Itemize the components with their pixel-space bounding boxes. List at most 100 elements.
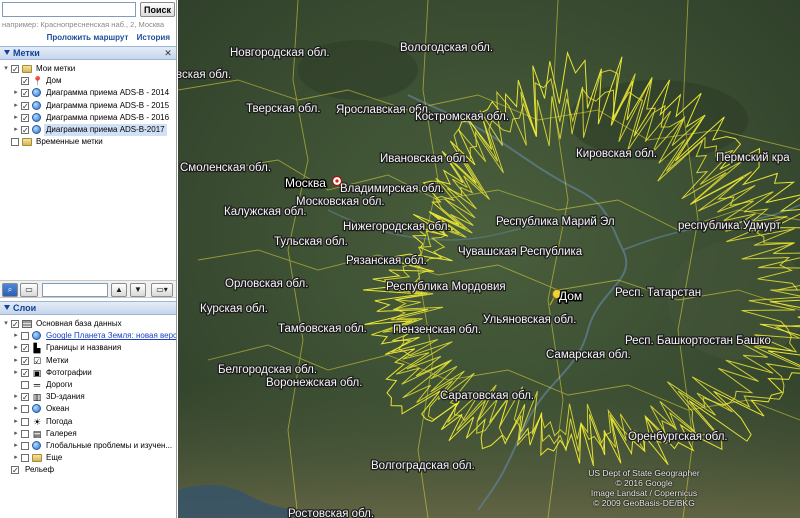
tree-item[interactable]: ▸ Океан <box>0 403 176 415</box>
tree-item-label: Границы и названия <box>46 343 122 353</box>
gallery-icon: ▤ <box>32 428 42 439</box>
visibility-checkbox[interactable]: ✓ <box>21 356 29 365</box>
layers-panel-header[interactable]: Слои <box>0 301 176 315</box>
expand-arrow-icon[interactable]: ▸ <box>12 452 20 464</box>
panel-close-icon[interactable]: ✕ <box>163 48 173 58</box>
region-label: Кировская обл. <box>576 148 657 160</box>
expand-arrow-icon[interactable]: ▸ <box>12 428 20 440</box>
history-link[interactable]: История <box>137 33 170 42</box>
tree-item[interactable]: ▸ Глобальные проблемы и изучен... <box>0 440 176 452</box>
tree-item-label: Еще <box>46 453 63 463</box>
folder-menu-icon[interactable]: ▭▾ <box>151 283 173 297</box>
visibility-checkbox[interactable] <box>21 429 29 438</box>
places-tree: ▾ ✓ Мои метки ✓ 📍 Дом ▸ ✓ Диаграмма приема ADS-B… <box>0 63 176 148</box>
visibility-checkbox[interactable]: ✓ <box>21 344 29 353</box>
visibility-checkbox[interactable] <box>21 332 29 341</box>
tree-item[interactable]: ▾ ✓ Мои метки <box>0 63 176 75</box>
tree-item[interactable]: ═ Дороги <box>0 379 176 391</box>
tree-item[interactable]: ▸ Еще <box>0 452 176 464</box>
tree-item-label: Фотографии <box>46 367 92 377</box>
visibility-checkbox[interactable]: ✓ <box>11 320 19 329</box>
visibility-checkbox[interactable]: ✓ <box>11 466 19 475</box>
visibility-checkbox[interactable]: ✓ <box>21 125 29 134</box>
visibility-checkbox[interactable] <box>21 417 29 426</box>
expand-arrow-icon[interactable]: ▸ <box>12 391 20 403</box>
borders-icon: ▙ <box>33 343 41 354</box>
search-hint: например: Краснопресненская наб., 2, Мос… <box>2 20 165 29</box>
visibility-checkbox[interactable]: ✓ <box>21 101 29 110</box>
visibility-checkbox[interactable] <box>21 441 29 450</box>
search-input[interactable] <box>2 2 136 17</box>
expand-arrow-icon[interactable]: ▸ <box>12 124 20 136</box>
tree-item[interactable]: ▸ ✓ ▥ 3D-здания <box>0 391 176 403</box>
visibility-checkbox[interactable] <box>21 405 29 414</box>
panel-toggle-icon[interactable]: ▭ <box>20 283 38 297</box>
search-places-icon[interactable]: ⌕ <box>2 283 18 297</box>
tree-item-label: Галерея <box>46 428 77 438</box>
expand-arrow-icon[interactable]: ▸ <box>12 112 20 124</box>
expand-arrow-icon[interactable]: ▸ <box>12 416 20 428</box>
road-icon: ═ <box>33 379 41 390</box>
tree-item[interactable]: Временные метки <box>0 136 176 148</box>
expand-arrow-icon[interactable]: ▸ <box>12 367 20 379</box>
tree-item[interactable]: ▸ ✓ ▙ Границы и названия <box>0 342 176 354</box>
visibility-checkbox[interactable]: ✓ <box>21 368 29 377</box>
expand-arrow-icon[interactable]: ▾ <box>2 318 10 330</box>
tree-item[interactable]: ▸ ✓ Диаграмма приема ADS-B - 2015 <box>0 100 176 112</box>
visibility-checkbox[interactable]: ✓ <box>21 113 29 122</box>
tree-item[interactable]: ✓ Рельеф <box>0 464 176 476</box>
tree-item[interactable]: ▸ ☀ Погода <box>0 416 176 428</box>
tree-item[interactable]: ▸ ✓ ☑ Метки <box>0 355 176 367</box>
expand-arrow-icon[interactable]: ▸ <box>12 330 20 342</box>
tree-item[interactable]: ▸ ✓ Диаграмма приема ADS-B - 2016 <box>0 112 176 124</box>
visibility-checkbox[interactable] <box>11 138 19 147</box>
credit-line: US Dept of State Geographer <box>588 468 700 478</box>
search-button[interactable]: Поиск <box>140 2 175 17</box>
expand-arrow-icon[interactable]: ▸ <box>12 355 20 367</box>
globe-icon <box>32 100 41 110</box>
tree-item-label: Погода <box>46 416 73 426</box>
layers-icon <box>22 320 32 328</box>
visibility-checkbox[interactable]: ✓ <box>21 77 29 86</box>
region-label: Нижегородская обл. <box>343 221 451 233</box>
moscow-label: Москва <box>285 176 326 190</box>
expand-arrow-icon[interactable]: ▸ <box>12 100 20 112</box>
places-panel-header[interactable]: Метки ✕ <box>0 46 176 60</box>
visibility-checkbox[interactable]: ✓ <box>21 89 29 98</box>
home-label: Дом <box>559 289 582 303</box>
satellite-map[interactable]: Новгородская обл. Вологодская обл. вская о… <box>178 0 800 518</box>
visibility-checkbox[interactable] <box>21 380 29 389</box>
region-label: Московская обл. <box>296 196 385 208</box>
visibility-checkbox[interactable]: ✓ <box>11 65 19 74</box>
tree-item[interactable]: ▸ ✓ Диаграмма приема ADS-B-2017 <box>0 123 176 136</box>
region-label: Смоленская обл. <box>180 162 271 174</box>
search-bar: Поиск <box>2 2 175 18</box>
tree-item[interactable]: ▸ ▤ Галерея <box>0 428 176 440</box>
tree-item[interactable]: ▸ Google Планета Земля: новая верси <box>0 330 176 342</box>
expand-arrow-icon[interactable]: ▸ <box>12 87 20 99</box>
directions-link[interactable]: Проложить маршрут <box>47 33 129 42</box>
expand-arrow-icon[interactable]: ▸ <box>12 403 20 415</box>
expand-arrow-icon[interactable]: ▸ <box>12 342 20 354</box>
visibility-checkbox[interactable] <box>21 454 29 463</box>
tree-item[interactable]: ▾ ✓ Основная база данных <box>0 318 176 330</box>
tree-item[interactable]: ✓ 📍 Дом <box>0 75 176 87</box>
checkbox-icon: ☑ <box>32 355 42 366</box>
region-label: Ивановская обл. <box>380 153 469 165</box>
globe-icon <box>32 404 41 414</box>
visibility-checkbox[interactable]: ✓ <box>21 393 29 402</box>
region-label: Пензенская обл. <box>393 324 481 336</box>
tree-item[interactable]: ▸ ✓ ▣ Фотографии <box>0 367 176 379</box>
expand-arrow-icon[interactable]: ▾ <box>2 63 10 75</box>
arrow-down-icon[interactable]: ▼ <box>130 283 146 297</box>
globe-icon <box>32 331 41 341</box>
layers-tree: ▾ ✓ Основная база данных ▸ Google Планета Зе… <box>0 318 176 476</box>
map-view[interactable]: Новгородская обл. Вологодская обл. вская о… <box>178 0 800 518</box>
places-toolbar: ⌕ ▭ ▲ ▼ ▭▾ <box>0 280 176 298</box>
tree-item[interactable]: ▸ ✓ Диаграмма приема ADS-B - 2014 <box>0 87 176 99</box>
places-filter-input[interactable] <box>42 283 108 297</box>
arrow-up-icon[interactable]: ▲ <box>111 283 127 297</box>
tree-item-label: Диаграмма приема ADS-B-2017 <box>44 123 167 136</box>
tree-item-label: Глобальные проблемы и изучен... <box>46 440 173 450</box>
expand-arrow-icon[interactable]: ▸ <box>12 440 20 452</box>
